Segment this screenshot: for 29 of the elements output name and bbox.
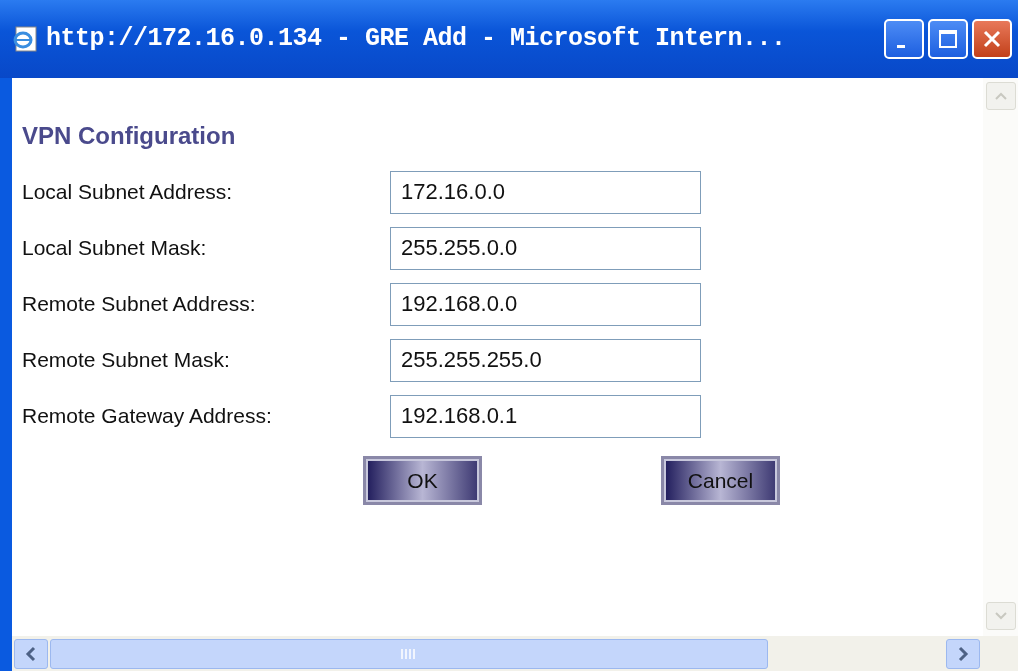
scroll-thumb[interactable] (50, 638, 768, 669)
scroll-right-button[interactable] (946, 638, 980, 669)
chevron-down-icon (993, 611, 1008, 621)
close-button[interactable] (972, 19, 1012, 59)
window-title: http://172.16.0.134 - GRE Add - Microsoft Intern... (46, 23, 787, 56)
section-heading: VPN Configuration (22, 121, 237, 151)
input-field[interactable]: 255.255.0.0 (390, 226, 701, 270)
browser-icon (12, 26, 38, 52)
field-label: Local Subnet Address: (22, 179, 234, 206)
field-label: Remote Subnet Mask: (22, 347, 231, 374)
input-field[interactable]: 255.255.255.0 (390, 338, 701, 382)
cancel-button[interactable]: Cancel (661, 456, 780, 505)
ok-button[interactable]: OK (363, 456, 482, 505)
maximize-icon (937, 28, 959, 50)
field-label: Remote Subnet Address: (22, 291, 257, 318)
minimize-icon (897, 44, 905, 48)
field-label: Local Subnet Mask: (22, 235, 208, 262)
input-field[interactable]: 192.168.0.0 (390, 282, 701, 326)
minimize-button[interactable] (884, 19, 924, 59)
input-field[interactable]: 172.16.0.0 (390, 170, 701, 214)
maximize-button[interactable] (928, 19, 968, 59)
scroll-left-button[interactable] (14, 638, 48, 669)
chevron-up-icon (993, 91, 1008, 101)
chevron-right-icon (957, 645, 969, 662)
close-icon (981, 28, 1003, 50)
field-label: Remote Gateway Address: (22, 403, 273, 430)
input-field[interactable]: 192.168.0.1 (390, 394, 701, 438)
grip-icon (400, 647, 418, 660)
chevron-left-icon (25, 645, 37, 662)
